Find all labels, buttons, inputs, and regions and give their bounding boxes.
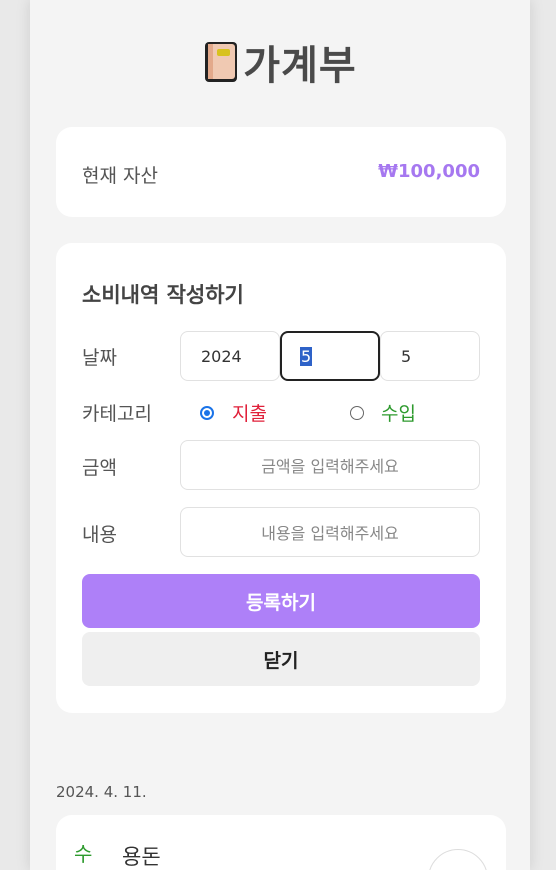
category-label: 카테고리 xyxy=(82,403,152,425)
app-container: 가계부 현재 자산 ₩100,000 소비내역 작성하기 날짜 2024 5 5… xyxy=(30,0,530,870)
entry-type-badge: 수입 xyxy=(74,842,93,870)
content-placeholder: 내용을 입력해주세요 xyxy=(261,524,399,543)
date-label: 날짜 xyxy=(82,347,117,369)
amount-input[interactable]: 금액을 입력해주세요 xyxy=(180,440,480,490)
month-input[interactable]: 5 xyxy=(280,331,380,381)
list-item[interactable]: 수입 용돈 xyxy=(56,815,506,870)
month-value: 5 xyxy=(300,346,313,366)
close-button[interactable]: 닫기 xyxy=(82,632,480,686)
amount-placeholder: 금액을 입력해주세요 xyxy=(261,457,399,476)
content-input[interactable]: 내용을 입력해주세요 xyxy=(180,507,480,557)
income-radio-label[interactable]: 수입 xyxy=(381,399,416,426)
form-title: 소비내역 작성하기 xyxy=(82,283,244,307)
content-label: 내용 xyxy=(82,524,117,546)
asset-label: 현재 자산 xyxy=(82,165,158,187)
submit-button[interactable]: 등록하기 xyxy=(82,574,480,628)
income-radio[interactable] xyxy=(350,406,364,420)
day-value: 5 xyxy=(401,346,412,366)
book-icon xyxy=(203,40,239,84)
amount-label: 금액 xyxy=(82,457,117,479)
day-input[interactable]: 5 xyxy=(380,331,480,381)
entry-action-button[interactable] xyxy=(428,849,488,870)
history-date: 2024. 4. 11. xyxy=(56,783,147,801)
expense-radio-label[interactable]: 지출 xyxy=(232,399,267,426)
year-value: 2024 xyxy=(201,346,242,366)
asset-value: ₩100,000 xyxy=(378,161,480,182)
expense-form-card: 소비내역 작성하기 날짜 2024 5 5 카테고리 지출 수입 금액 금액을 … xyxy=(56,243,506,713)
app-header: 가계부 xyxy=(30,30,530,94)
entry-description: 용돈 xyxy=(122,845,161,869)
year-input[interactable]: 2024 xyxy=(180,331,280,381)
expense-radio[interactable] xyxy=(200,406,214,420)
asset-card: 현재 자산 ₩100,000 xyxy=(56,127,506,217)
page-title: 가계부 xyxy=(243,43,357,89)
